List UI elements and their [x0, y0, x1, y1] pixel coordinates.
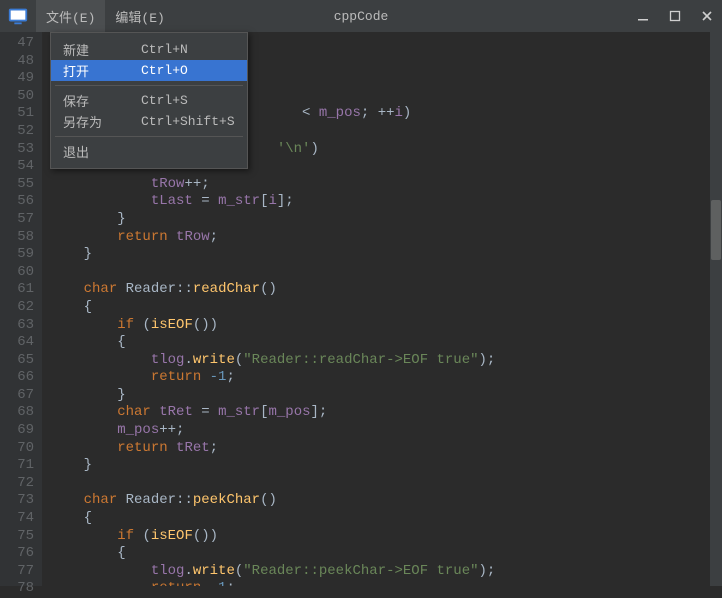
- line-number: 50: [0, 88, 34, 106]
- code-line: tlog.write("Reader::peekChar->EOF true")…: [50, 563, 722, 581]
- line-number: 47: [0, 35, 34, 53]
- menu-bar: 文件(E) 编辑(E): [36, 0, 175, 32]
- menu-separator: [55, 85, 243, 86]
- code-line: }: [50, 246, 722, 264]
- menu-item-label: 新建: [63, 40, 141, 59]
- line-number: 71: [0, 457, 34, 475]
- line-number: 60: [0, 264, 34, 282]
- menu-item-shortcut: Ctrl+Shift+S: [141, 114, 235, 129]
- menu-edit-label: 编辑(E): [115, 7, 164, 26]
- code-line: [50, 264, 722, 282]
- line-number: 62: [0, 299, 34, 317]
- close-button[interactable]: [698, 7, 716, 25]
- line-number: 76: [0, 545, 34, 563]
- menu-item-save[interactable]: 保存 Ctrl+S: [51, 90, 247, 111]
- line-number: 72: [0, 475, 34, 493]
- menu-item-label: 退出: [63, 142, 141, 161]
- menu-item-new[interactable]: 新建 Ctrl+N: [51, 39, 247, 60]
- menu-item-label: 打开: [63, 61, 141, 80]
- code-line: return -1;: [50, 369, 722, 387]
- menu-item-shortcut: Ctrl+S: [141, 93, 235, 108]
- code-line: {: [50, 545, 722, 563]
- menu-item-label: 保存: [63, 91, 141, 110]
- file-dropdown: 新建 Ctrl+N 打开 Ctrl+O 保存 Ctrl+S 另存为 Ctrl+S…: [50, 32, 248, 169]
- line-number: 51: [0, 105, 34, 123]
- line-number: 64: [0, 334, 34, 352]
- title-bar: 文件(E) 编辑(E) cppCode: [0, 0, 722, 32]
- menu-file[interactable]: 文件(E): [36, 0, 105, 32]
- code-line: char tRet = m_str[m_pos];: [50, 404, 722, 422]
- line-number: 55: [0, 176, 34, 194]
- code-line: {: [50, 334, 722, 352]
- line-number: 65: [0, 352, 34, 370]
- menu-item-shortcut: Ctrl+O: [141, 63, 235, 78]
- code-line: }: [50, 457, 722, 475]
- code-line: if (isEOF()): [50, 528, 722, 546]
- code-line: char Reader::readChar(): [50, 281, 722, 299]
- maximize-button[interactable]: [666, 7, 684, 25]
- line-number: 68: [0, 404, 34, 422]
- line-number: 63: [0, 317, 34, 335]
- code-line: tRow++;: [50, 176, 722, 194]
- code-line: }: [50, 211, 722, 229]
- code-line: tLast = m_str[i];: [50, 193, 722, 211]
- line-number: 69: [0, 422, 34, 440]
- line-number: 54: [0, 158, 34, 176]
- line-number: 56: [0, 193, 34, 211]
- line-number: 49: [0, 70, 34, 88]
- code-line: {: [50, 510, 722, 528]
- line-number: 57: [0, 211, 34, 229]
- menu-item-label: 另存为: [63, 112, 141, 131]
- code-line: [50, 475, 722, 493]
- line-number: 70: [0, 440, 34, 458]
- line-number: 67: [0, 387, 34, 405]
- app-icon: [0, 0, 36, 32]
- line-number: 61: [0, 281, 34, 299]
- window-controls: [634, 0, 716, 32]
- menu-item-save-as[interactable]: 另存为 Ctrl+Shift+S: [51, 111, 247, 132]
- menu-edit[interactable]: 编辑(E): [105, 0, 174, 32]
- window-title: cppCode: [334, 9, 389, 24]
- menu-item-open[interactable]: 打开 Ctrl+O: [51, 60, 247, 81]
- code-line: {: [50, 299, 722, 317]
- line-number: 48: [0, 53, 34, 71]
- menu-item-exit[interactable]: 退出: [51, 141, 247, 162]
- code-line: m_pos++;: [50, 422, 722, 440]
- line-number: 52: [0, 123, 34, 141]
- code-line: return tRow;: [50, 229, 722, 247]
- code-line: char Reader::peekChar(): [50, 492, 722, 510]
- scrollbar-track[interactable]: [710, 32, 722, 586]
- line-number: 78: [0, 580, 34, 598]
- line-number: 66: [0, 369, 34, 387]
- line-number: 74: [0, 510, 34, 528]
- line-gutter: 4748495051525354555657585960616263646566…: [0, 32, 42, 586]
- line-number: 59: [0, 246, 34, 264]
- code-line: if (isEOF()): [50, 317, 722, 335]
- menu-file-label: 文件(E): [46, 7, 95, 26]
- line-number: 73: [0, 492, 34, 510]
- line-number: 75: [0, 528, 34, 546]
- minimize-button[interactable]: [634, 7, 652, 25]
- line-number: 58: [0, 229, 34, 247]
- code-line: tlog.write("Reader::readChar->EOF true")…: [50, 352, 722, 370]
- line-number: 77: [0, 563, 34, 581]
- code-line: return tRet;: [50, 440, 722, 458]
- menu-separator: [55, 136, 243, 137]
- scrollbar-thumb[interactable]: [711, 200, 721, 260]
- code-line: }: [50, 387, 722, 405]
- code-line: return -1;: [50, 580, 722, 586]
- line-number: 53: [0, 141, 34, 159]
- menu-item-shortcut: Ctrl+N: [141, 42, 235, 57]
